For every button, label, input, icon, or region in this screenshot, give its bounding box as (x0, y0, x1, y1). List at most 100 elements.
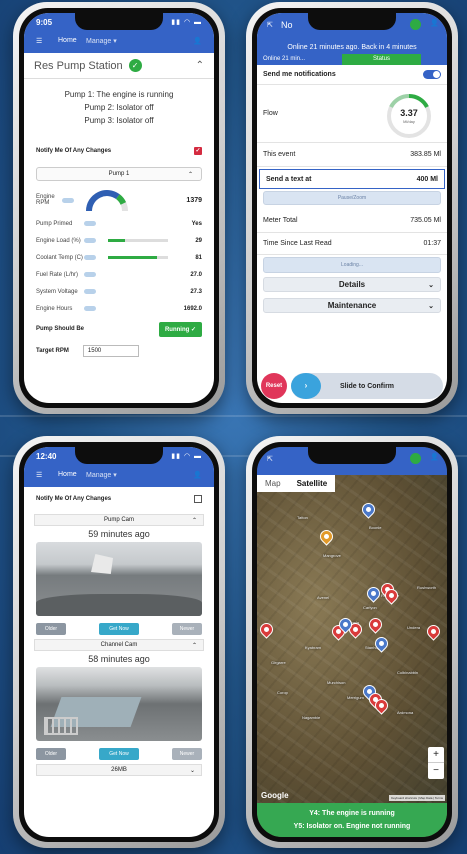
cam-select[interactable]: Channel Cam ⌃ (34, 639, 204, 651)
metric-value: Yes (191, 220, 202, 227)
details-label: Details (338, 280, 366, 289)
place-label: Nagambie (302, 715, 321, 720)
send-text-value[interactable]: 400 Ml (417, 176, 438, 183)
target-row: Target RPM 1500 (24, 341, 214, 361)
slide-to-confirm[interactable]: › Slide to Confirm (291, 373, 443, 399)
target-rpm-input[interactable]: 1500 (82, 345, 139, 357)
meter-total-value: 735.05 Ml (410, 217, 441, 224)
zoom-out-button[interactable]: − (428, 763, 444, 779)
map-type-toggle: Map Satellite (257, 475, 336, 492)
size-select[interactable]: 26MB ⌄ (36, 764, 202, 776)
older-button[interactable]: Older (36, 623, 66, 635)
user-icon[interactable]: 👤 (430, 453, 439, 461)
metric-value: 27.0 (190, 271, 202, 278)
nav-manage[interactable]: Manage ▾ (86, 37, 117, 45)
notify-checkbox[interactable]: ✓ (194, 147, 202, 155)
flow-unit: Ml/day (403, 118, 415, 124)
external-link-icon[interactable]: ⇱ (267, 455, 273, 463)
user-icon[interactable]: 👤 (193, 471, 202, 479)
pin-dot (387, 591, 396, 600)
nav-manage[interactable]: Manage ▾ (86, 471, 117, 479)
pin-dot (341, 620, 350, 629)
get-now-button[interactable]: Get Now (99, 623, 139, 635)
place-label: Avenel (317, 595, 330, 600)
notify-label: Notify Me Of Any Changes (36, 148, 112, 154)
newer-button[interactable]: Newer (172, 623, 202, 635)
channel-cam-image[interactable] (36, 667, 202, 741)
place-label: Corop (277, 690, 288, 695)
slider-handle-icon[interactable]: › (291, 373, 321, 399)
tab-status[interactable]: Status (342, 54, 421, 65)
user-icon[interactable]: 👤 (193, 37, 202, 45)
phone-pump-station: 9:05 ▮▮ ◠ ▬ ☰ Home Manage ▾ 👤 Res Pump S… (13, 2, 225, 414)
notifications-toggle[interactable] (423, 70, 441, 79)
hamburger-icon[interactable]: ☰ (36, 471, 42, 479)
rpm-value: 1379 (186, 196, 202, 204)
rpm-gauge (86, 190, 128, 212)
place-label: Colbinabbin (397, 670, 419, 675)
metric-row: System Voltage 27.3 (24, 283, 214, 300)
collapse-icon[interactable]: ⌃ (196, 60, 204, 71)
details-accordion[interactable]: Details ⌄ (263, 277, 441, 292)
maintenance-accordion[interactable]: Maintenance ⌄ (263, 298, 441, 313)
should-be-label: Pump Should Be (36, 326, 84, 332)
notifications-label: Send me notifications (263, 71, 336, 78)
reset-button[interactable]: Reset (261, 373, 287, 399)
pump-cam-image[interactable] (36, 542, 202, 616)
zoom-control: + − (428, 747, 444, 779)
zoom-in-button[interactable]: + (428, 747, 444, 763)
get-now-button[interactable]: Get Now (99, 748, 139, 760)
external-link-icon[interactable]: ⇱ (267, 21, 273, 29)
user-icon[interactable]: 👤 (430, 19, 439, 27)
alert-line: Y5: Isolator on. Engine not running (293, 823, 411, 830)
map-tab[interactable]: Map (257, 475, 289, 492)
pin-dot (377, 701, 386, 710)
cam-buttons: Older Get Now Newer (36, 623, 202, 635)
this-event-label: This event (263, 151, 296, 158)
maintenance-label: Maintenance (327, 301, 377, 310)
google-logo: Google (261, 791, 289, 800)
chevron-down-icon: ⌄ (189, 767, 195, 774)
loading-button[interactable]: Loading... (263, 257, 441, 273)
tab-online[interactable]: Online 21 min... (257, 54, 342, 65)
rpm-row: Engine RPM 1379 (24, 185, 214, 215)
place-label: Ardmona (397, 710, 414, 715)
notify-label: Notify Me Of Any Changes (36, 496, 112, 502)
status-time: 12:40 (36, 452, 57, 461)
notify-checkbox[interactable] (194, 495, 202, 503)
place-label: Rushworth (417, 585, 437, 590)
pump-status: Pump 3: Isolator off (84, 116, 154, 125)
cam-buttons: Older Get Now Newer (36, 748, 202, 760)
satellite-map[interactable]: Map Satellite Tatton Boonie Mangrove Carlyo… (257, 475, 447, 803)
pin-dot (371, 620, 380, 629)
info-pill (84, 272, 96, 277)
running-button[interactable]: Running ✓ (158, 321, 202, 337)
rpm-label: Engine RPM (36, 194, 55, 206)
pause-button[interactable]: Pause/Zoom (263, 191, 441, 205)
pin-dot (322, 532, 331, 541)
flow-label: Flow (263, 110, 278, 117)
pin-dot (369, 589, 378, 598)
pump-select[interactable]: Pump 1 ⌃ (36, 167, 202, 181)
metric-value: 81 (195, 254, 202, 261)
notch (75, 13, 163, 30)
metric-row: Fuel Rate (L/hr) 27.0 (24, 266, 214, 283)
place-label: Kyabram (305, 645, 322, 650)
newer-button[interactable]: Newer (172, 748, 202, 760)
map-attribution[interactable]: Keyboard shortcuts | Map Data | Terms (389, 795, 445, 801)
status-time: 9:05 (36, 18, 53, 27)
pin-dot (364, 505, 373, 514)
load-bar-fill (108, 239, 126, 242)
older-button[interactable]: Older (36, 748, 66, 760)
terrain-texture (257, 475, 447, 803)
background-line (0, 415, 467, 417)
nav-home[interactable]: Home (58, 471, 77, 478)
target-label: Target RPM (36, 348, 69, 354)
send-text-row[interactable]: Send a text at 400 Ml (259, 169, 445, 189)
cam-select[interactable]: Pump Cam ⌃ (34, 514, 204, 526)
hamburger-icon[interactable]: ☰ (36, 37, 42, 45)
cam-time: 59 minutes ago (88, 529, 150, 539)
nav-home[interactable]: Home (58, 37, 77, 44)
chevron-down-icon: ⌄ (428, 302, 434, 310)
satellite-tab[interactable]: Satellite (288, 475, 336, 492)
